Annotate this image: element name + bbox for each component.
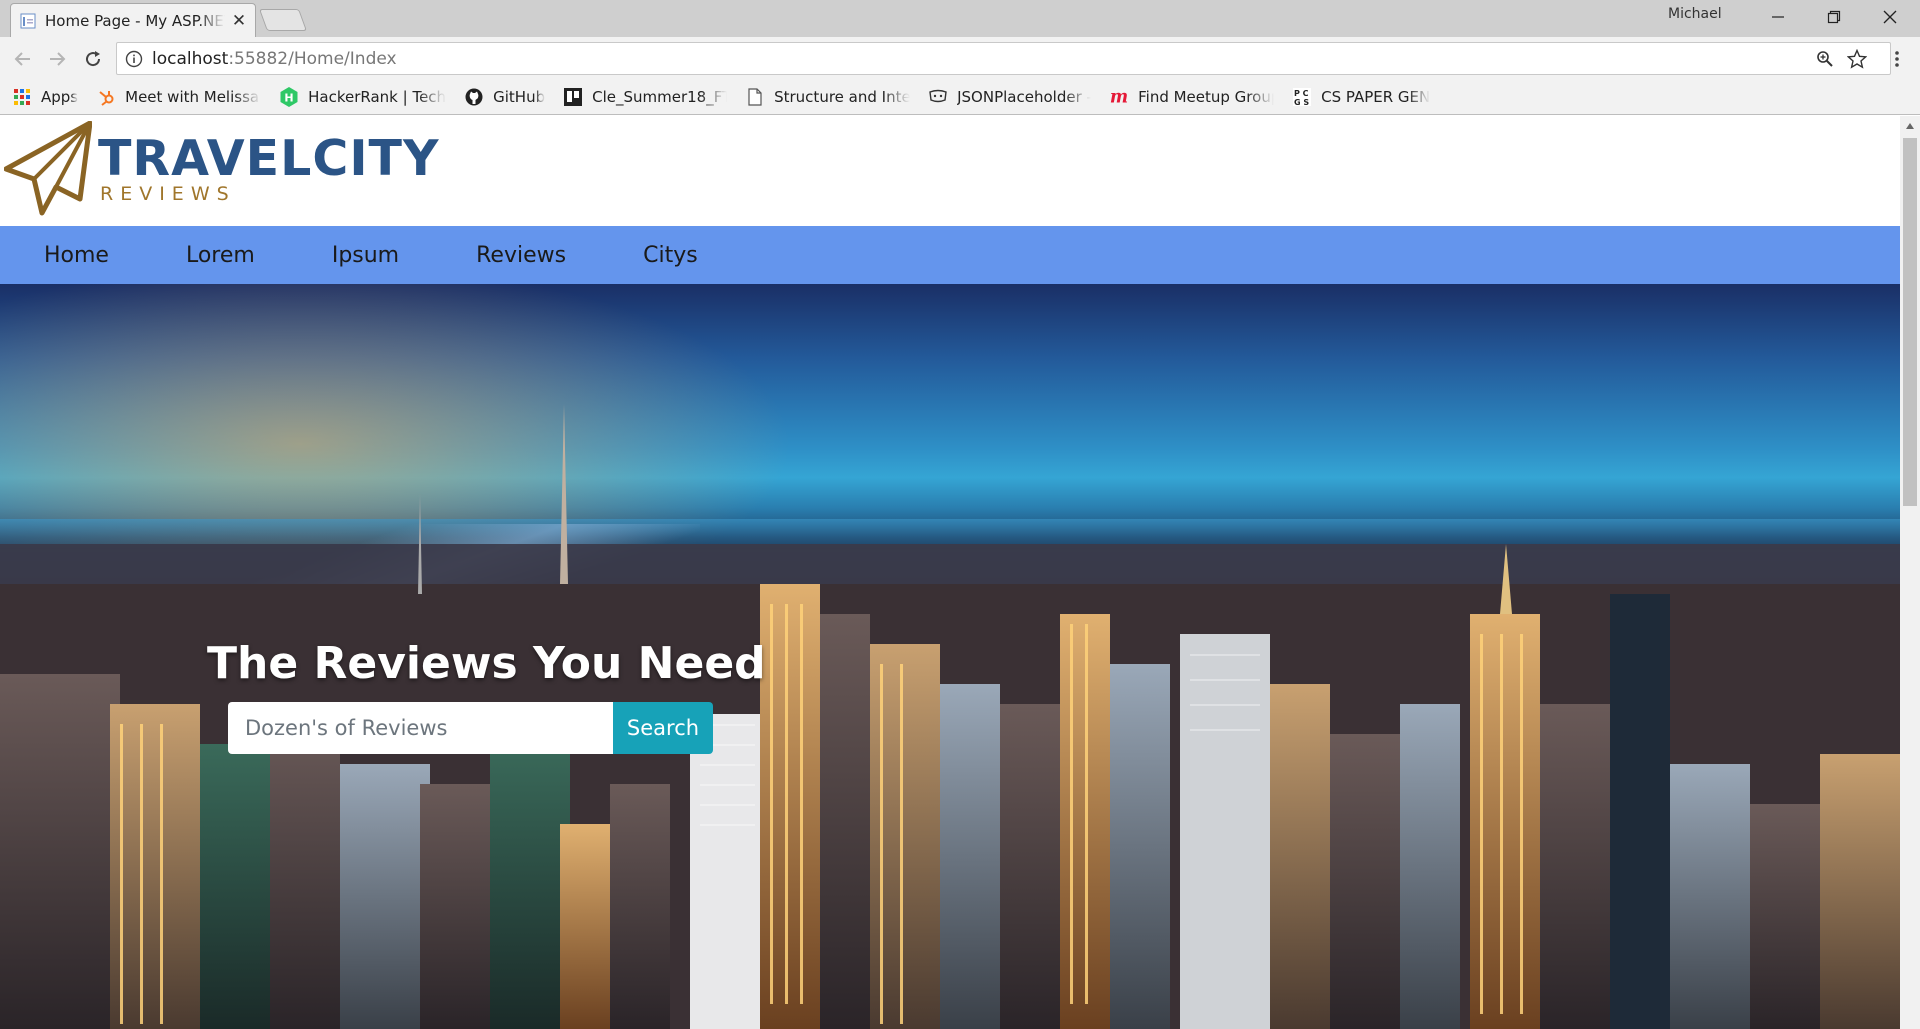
logo-subtitle: REVIEWS — [100, 183, 236, 205]
page-scrollbar[interactable] — [1900, 116, 1920, 1029]
apps-grid-icon — [12, 87, 32, 107]
svg-text:G S: G S — [1294, 98, 1309, 106]
reload-icon[interactable] — [80, 46, 106, 72]
bookmark-sicp[interactable]: Structure and Interpr — [745, 87, 910, 107]
meetup-icon: m — [1109, 87, 1129, 107]
browser-tab[interactable]: Home Page - My ASP.NET Application ✕ — [10, 3, 256, 37]
bookmark-hubspot[interactable]: Meet with Melissa M — [96, 87, 261, 107]
address-url: localhost:55882/Home/Index — [152, 48, 397, 69]
svg-text:H: H — [285, 91, 294, 104]
bookmark-cs-paper-gen[interactable]: P CG S CS PAPER GEN — [1292, 87, 1430, 107]
search-button[interactable]: Search — [613, 702, 713, 754]
document-icon — [745, 87, 765, 107]
page-favicon-icon — [19, 12, 37, 30]
search-input[interactable] — [228, 702, 613, 754]
menu-kebab-icon[interactable] — [1886, 48, 1908, 70]
tab-close-icon[interactable]: ✕ — [231, 11, 247, 31]
github-icon — [464, 87, 484, 107]
page-viewport: TRAVELCITY REVIEWS Home Lorem Ipsum Revi… — [0, 116, 1900, 1029]
main-nav: Home Lorem Ipsum Reviews Citys — [0, 226, 1900, 284]
bookmark-github[interactable]: GitHub — [464, 87, 545, 107]
paper-plane-icon — [4, 121, 92, 216]
bookmark-star-icon[interactable] — [1846, 48, 1868, 70]
search-form: Search — [228, 702, 713, 754]
new-tab-button[interactable] — [258, 9, 308, 31]
jsonplaceholder-icon — [928, 87, 948, 107]
bookmark-meetup[interactable]: m Find Meetup Groups — [1109, 87, 1274, 107]
restore-icon[interactable] — [1806, 0, 1862, 33]
bookmarks-bar: Apps Meet with Melissa M H HackerRank | … — [0, 79, 1920, 115]
nav-home[interactable]: Home — [44, 243, 109, 268]
trello-icon — [563, 87, 583, 107]
back-arrow-icon[interactable] — [10, 46, 36, 72]
forward-arrow-icon[interactable] — [44, 46, 70, 72]
scroll-up-icon[interactable] — [1904, 120, 1916, 132]
hubspot-icon — [96, 87, 116, 107]
bookmark-jsonplaceholder[interactable]: JSONPlaceholder - F — [928, 87, 1091, 107]
bookmark-trello[interactable]: Cle_Summer18_FT | T — [563, 87, 727, 107]
nav-ipsum[interactable]: Ipsum — [332, 243, 399, 268]
svg-text:m: m — [1110, 88, 1128, 106]
hero-title: The Reviews You Need — [207, 638, 766, 689]
minimize-icon[interactable] — [1750, 0, 1806, 33]
hero-banner: The Reviews You Need Search — [0, 284, 1900, 1029]
hackerrank-icon: H — [279, 86, 299, 107]
logo-title: TRAVELCITY — [98, 130, 440, 187]
site-header: TRAVELCITY REVIEWS — [0, 116, 1900, 226]
bookmark-apps[interactable]: Apps — [12, 87, 78, 107]
window-close-icon[interactable] — [1862, 0, 1918, 33]
address-bar[interactable]: localhost:55882/Home/Index — [116, 42, 1891, 75]
site-logo[interactable]: TRAVELCITY REVIEWS — [4, 121, 439, 217]
site-info-icon[interactable] — [125, 50, 143, 68]
paper-gen-icon: P CG S — [1292, 87, 1312, 107]
nav-lorem[interactable]: Lorem — [186, 243, 255, 268]
profile-name[interactable]: Michael — [1668, 6, 1722, 22]
nav-reviews[interactable]: Reviews — [476, 243, 566, 268]
svg-text:P C: P C — [1294, 89, 1309, 98]
tab-title: Home Page - My ASP.NET Application — [45, 11, 225, 30]
zoom-icon[interactable] — [1814, 48, 1836, 70]
browser-titlebar: Home Page - My ASP.NET Application ✕ Mic… — [0, 0, 1920, 37]
bookmark-hackerrank[interactable]: H HackerRank | Technic — [279, 86, 446, 107]
nav-citys[interactable]: Citys — [643, 243, 698, 268]
scrollbar-thumb[interactable] — [1903, 138, 1917, 506]
